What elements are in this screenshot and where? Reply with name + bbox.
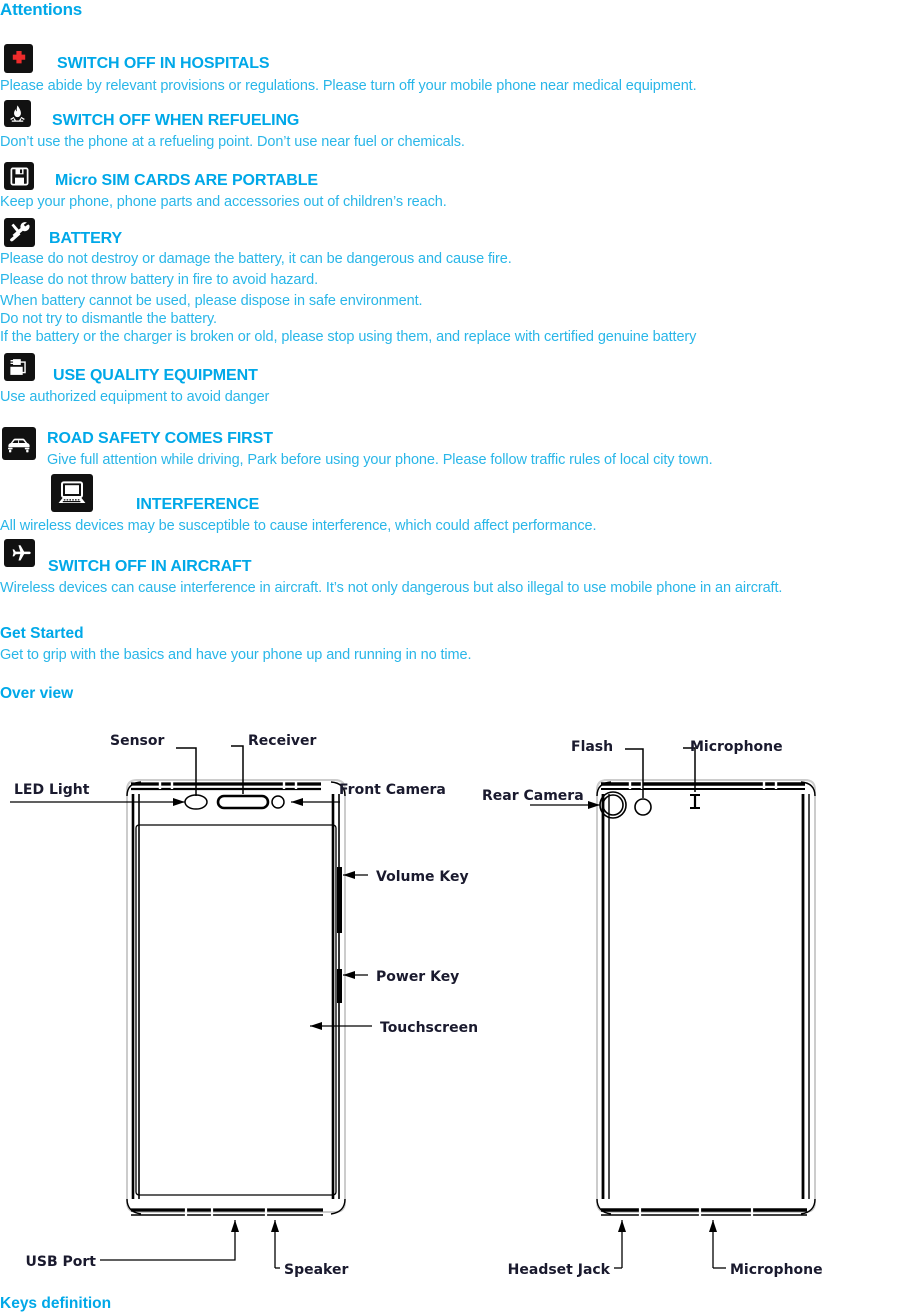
attention-body-hospitals: Please abide by relevant provisions or r… (0, 78, 697, 94)
attention-body-battery-5: If the battery or the charger is broken … (0, 329, 697, 345)
attention-title-interference: INTERFERENCE (136, 496, 260, 513)
attention-body-battery-3: When battery cannot be used, please disp… (0, 293, 423, 309)
diagram-label-front-camera: Front Camera (339, 782, 446, 798)
manual-page: Attentions SWITCH OFF IN HOSPITALS Pleas… (0, 0, 913, 1316)
diagram-label-usb-port: USB Port (26, 1254, 97, 1270)
diagram-label-volume-key: Volume Key (376, 869, 469, 885)
diagram-label-sensor: Sensor (110, 733, 164, 749)
section-body-get-started: Get to grip with the basics and have you… (0, 647, 472, 663)
attention-title-quality-equipment: USE QUALITY EQUIPMENT (53, 367, 258, 384)
attention-body-interference: All wireless devices may be susceptible … (0, 518, 597, 534)
charger-equipment-icon (4, 353, 35, 381)
floppy-disk-icon (4, 162, 34, 190)
section-title-keys-definition: Keys definition (0, 1295, 112, 1312)
fire-flame-icon (4, 100, 31, 127)
attention-title-road-safety: ROAD SAFETY COMES FIRST (47, 430, 273, 447)
diagram-label-touchscreen: Touchscreen (380, 1020, 478, 1036)
attention-body-micro-sim: Keep your phone, phone parts and accesso… (0, 194, 447, 210)
attention-title-battery: BATTERY (49, 230, 123, 247)
attention-title-refueling: SWITCH OFF WHEN REFUELING (52, 112, 300, 129)
attention-body-battery-2: Please do not throw battery in fire to a… (0, 272, 319, 288)
medical-cross-icon (4, 44, 33, 73)
diagram-label-led-light: LED Light (14, 782, 90, 798)
airplane-icon (4, 539, 35, 567)
attention-body-quality-equipment: Use authorized equipment to avoid danger (0, 389, 270, 405)
attention-body-refueling: Don’t use the phone at a refueling point… (0, 134, 465, 150)
attention-title-micro-sim: Micro SIM CARDS ARE PORTABLE (55, 172, 318, 189)
section-title-over-view: Over view (0, 685, 74, 702)
back-phone-illustration: Flash Microphone Rear Camera Headset Jac… (482, 739, 823, 1278)
diagram-label-power-key: Power Key (376, 969, 459, 985)
tools-hammer-wrench-icon (4, 218, 35, 247)
car-icon (2, 427, 36, 460)
attention-body-aircraft: Wireless devices can cause interference … (0, 580, 783, 596)
diagram-label-microphone-top: Microphone (690, 739, 783, 755)
diagram-label-receiver: Receiver (248, 733, 316, 749)
attention-body-battery-4: Do not try to dismantle the battery. (0, 311, 217, 327)
attention-body-road-safety: Give full attention while driving, Park … (47, 452, 713, 468)
page-title-attentions: Attentions (0, 0, 83, 19)
attention-title-aircraft: SWITCH OFF IN AIRCRAFT (48, 558, 252, 575)
diagram-label-headset-jack: Headset Jack (508, 1262, 611, 1278)
phone-overview-diagram: Sensor Receiver LED Light Front Camera V… (0, 712, 913, 1292)
section-title-get-started: Get Started (0, 625, 84, 642)
diagram-label-rear-camera: Rear Camera (482, 788, 584, 804)
diagram-label-microphone-bottom: Microphone (730, 1262, 823, 1278)
attention-body-battery-1: Please do not destroy or damage the batt… (0, 251, 512, 267)
diagram-label-flash: Flash (571, 739, 613, 755)
front-phone-illustration: Sensor Receiver LED Light Front Camera V… (10, 733, 478, 1278)
laptop-computer-icon (51, 474, 93, 512)
attention-title-hospitals: SWITCH OFF IN HOSPITALS (57, 55, 270, 72)
diagram-label-speaker: Speaker (284, 1262, 348, 1278)
